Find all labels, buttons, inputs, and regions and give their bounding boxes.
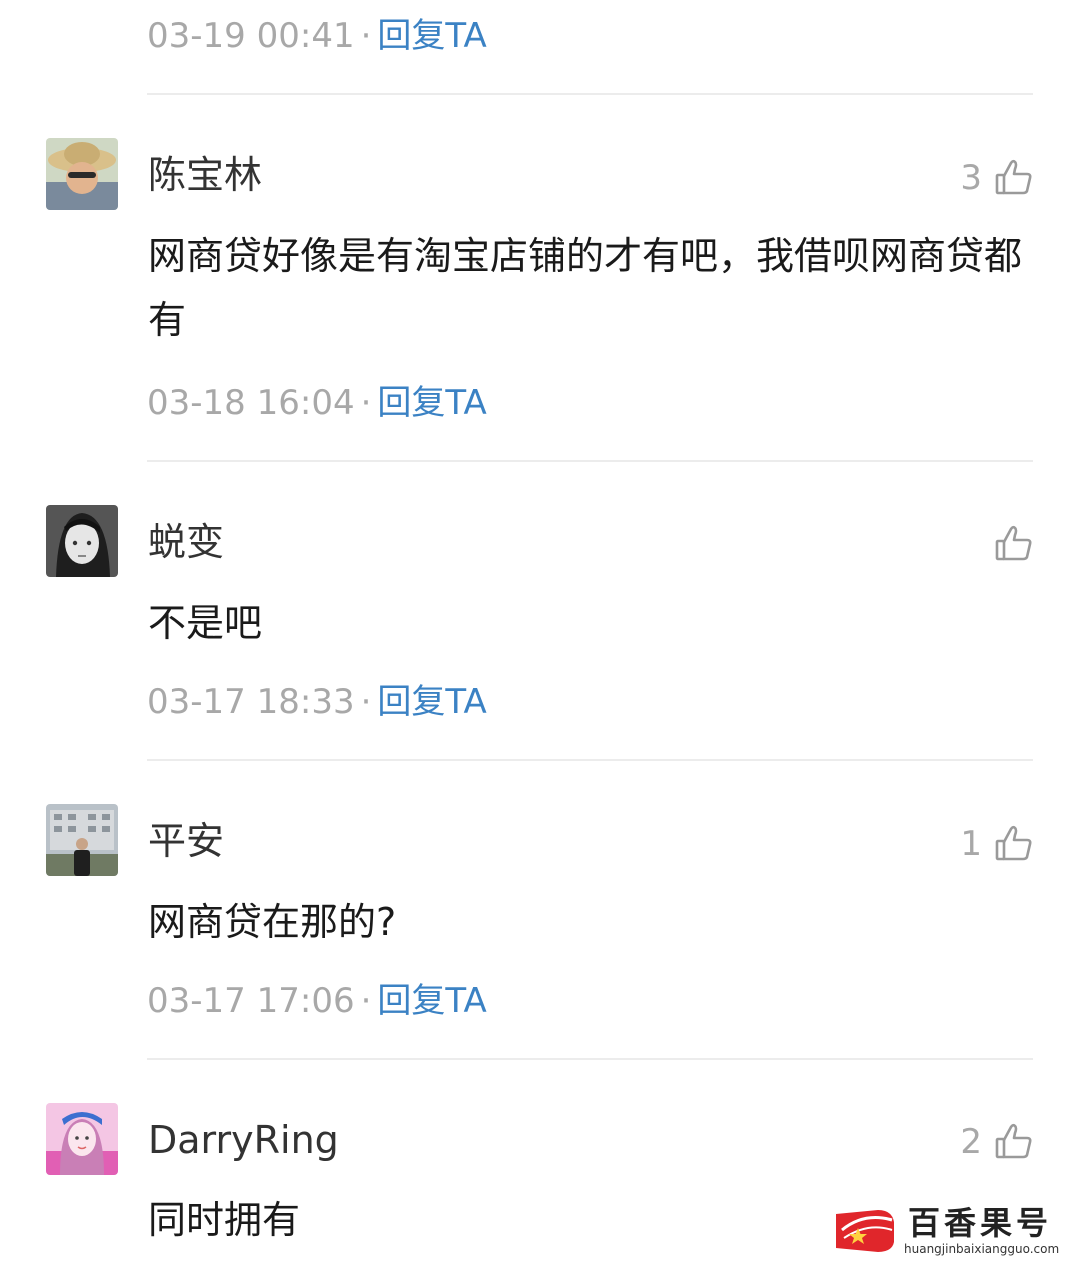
comment-divider bbox=[147, 759, 1033, 761]
meta-separator: · bbox=[360, 16, 372, 56]
meta-separator: · bbox=[360, 383, 372, 423]
comment-username[interactable]: 陈宝林 bbox=[148, 152, 262, 198]
comment-username[interactable]: 蜕变 bbox=[148, 519, 224, 565]
reply-button[interactable]: 回复TA bbox=[377, 16, 486, 56]
avatar[interactable] bbox=[46, 804, 118, 876]
comment-time: 03-18 16:04 bbox=[147, 383, 355, 423]
like-button[interactable]: 1 bbox=[960, 820, 1034, 864]
thumbs-up-icon bbox=[994, 824, 1034, 864]
star-logo-icon bbox=[834, 1208, 896, 1254]
thumbs-up-icon bbox=[994, 524, 1034, 564]
watermark-url: huangjinbaixiangguo.com bbox=[904, 1242, 1060, 1256]
comment-meta: 03-19 00:41 · 回复TA bbox=[147, 16, 487, 56]
comment-time: 03-17 18:33 bbox=[147, 682, 355, 722]
comment-time: 03-17 17:06 bbox=[147, 981, 355, 1021]
avatar[interactable] bbox=[46, 138, 118, 210]
reply-button[interactable]: 回复TA bbox=[377, 682, 486, 722]
like-count: 1 bbox=[960, 824, 982, 864]
like-button[interactable]: 2 bbox=[960, 1118, 1034, 1162]
comment-meta: 03-17 18:33 · 回复TA bbox=[147, 682, 487, 722]
like-button[interactable]: 3 bbox=[960, 154, 1034, 198]
like-count: 3 bbox=[960, 158, 982, 198]
comment-meta: 03-17 17:06 · 回复TA bbox=[147, 981, 487, 1021]
watermark: 百香果号 huangjinbaixiangguo.com bbox=[832, 1204, 1076, 1260]
comment-content: 网商贷在那的? bbox=[148, 900, 397, 944]
watermark-title: 百香果号 bbox=[908, 1204, 1053, 1242]
comment-username[interactable]: DarryRing bbox=[148, 1117, 339, 1163]
comment-meta: 03-18 16:04 · 回复TA bbox=[147, 383, 487, 423]
comment-content: 网商贷好像是有淘宝店铺的才有吧，我借呗网商贷都有 bbox=[148, 234, 1023, 342]
comment-content: 不是吧 bbox=[148, 601, 263, 645]
comment-divider bbox=[147, 460, 1033, 462]
avatar[interactable] bbox=[46, 1103, 118, 1175]
comment-divider bbox=[147, 1058, 1033, 1060]
reply-button[interactable]: 回复TA bbox=[377, 383, 486, 423]
thumbs-up-icon bbox=[994, 1122, 1034, 1162]
avatar[interactable] bbox=[46, 505, 118, 577]
thumbs-up-icon bbox=[994, 158, 1034, 198]
reply-button[interactable]: 回复TA bbox=[377, 981, 486, 1021]
meta-separator: · bbox=[360, 682, 372, 722]
comment-divider bbox=[147, 93, 1033, 95]
like-count: 2 bbox=[960, 1122, 982, 1162]
like-button[interactable] bbox=[982, 520, 1034, 564]
meta-separator: · bbox=[360, 981, 372, 1021]
comment-username[interactable]: 平安 bbox=[148, 818, 224, 864]
comment-time: 03-19 00:41 bbox=[147, 16, 355, 56]
